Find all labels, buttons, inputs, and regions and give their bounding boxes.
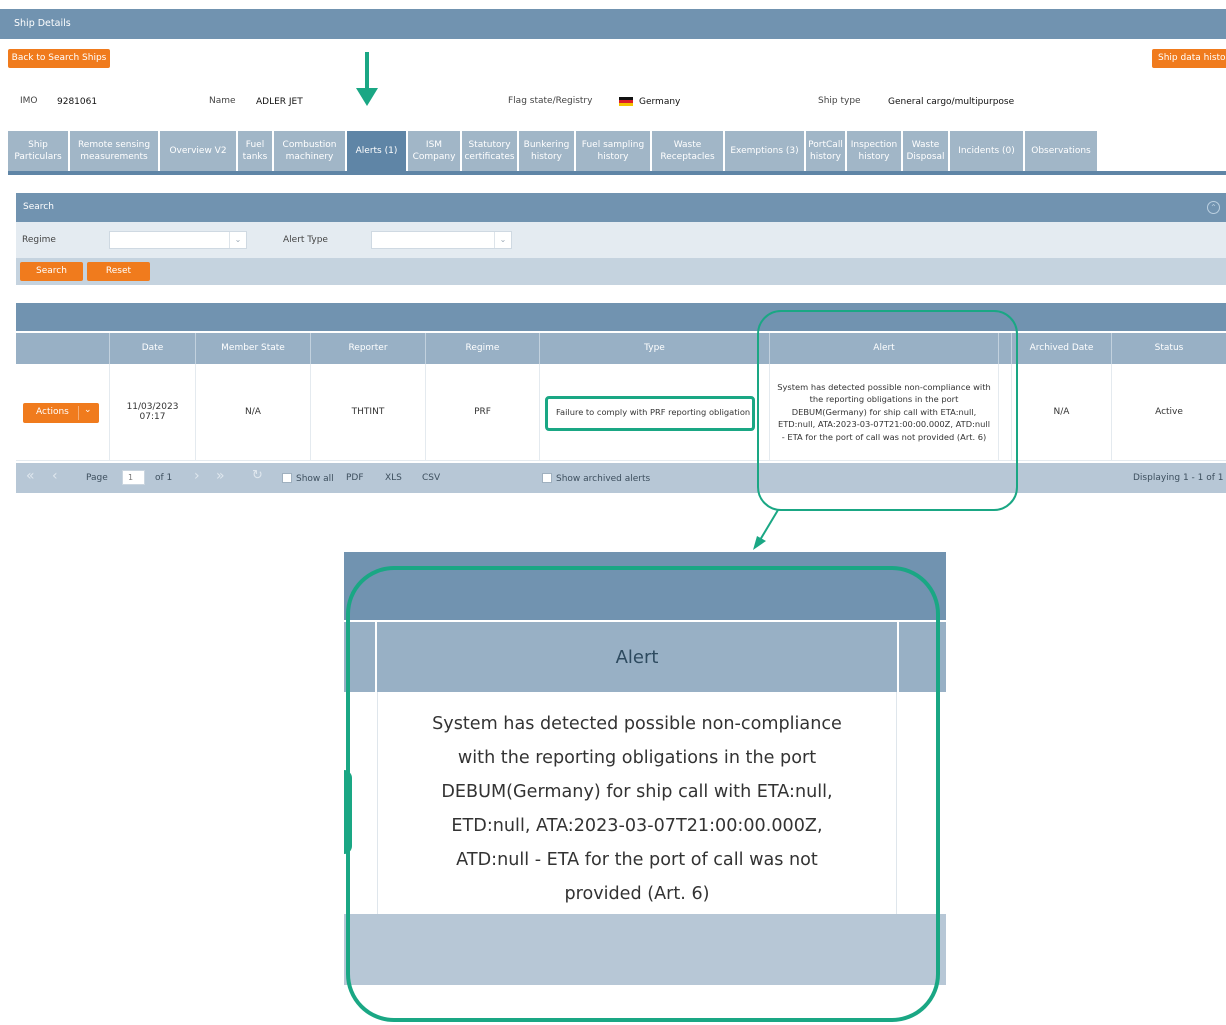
callout-pointer-icon (753, 509, 779, 550)
page-title: Ship Details (14, 18, 71, 29)
column-header-actions (16, 333, 110, 364)
table-cell-regime: PRF (426, 364, 540, 461)
column-header-archived-date[interactable]: Archived Date (1012, 333, 1112, 364)
down-arrow-icon (356, 52, 378, 106)
tab-remote-sensing[interactable]: Remote sensing measurements (70, 131, 158, 171)
actions-dropdown-button[interactable]: Actions ⌄ (23, 403, 99, 423)
column-header-type[interactable]: Type (540, 333, 770, 364)
imo-value: 9281061 (57, 97, 98, 107)
page-number-input[interactable]: 1 (122, 470, 145, 485)
tab-combustion-machinery[interactable]: Combustion machinery (274, 131, 345, 171)
regime-select[interactable]: ⌄ (109, 231, 247, 249)
search-button-row (16, 258, 1226, 285)
tabs-underline (8, 171, 1226, 175)
alert-type-select[interactable]: ⌄ (371, 231, 512, 249)
back-to-search-button[interactable]: Back to Search Ships (8, 49, 110, 68)
search-filter-row: Regime ⌄ Alert Type ⌄ (16, 222, 1226, 258)
imo-label: IMO (20, 96, 38, 106)
ship-type-value: General cargo/multipurpose (888, 97, 1015, 107)
germany-flag-icon (619, 97, 633, 106)
search-button[interactable]: Search (20, 262, 83, 281)
previous-page-icon[interactable]: ‹ (52, 468, 58, 484)
search-panel-title: Search (23, 202, 54, 212)
export-xls-link[interactable]: XLS (385, 473, 402, 483)
time-line: 07:17 (139, 412, 166, 422)
table-cell-archived-date: N/A (1012, 364, 1112, 461)
column-header-regime[interactable]: Regime (426, 333, 540, 364)
export-pdf-link[interactable]: PDF (346, 473, 364, 483)
next-page-icon[interactable]: › (194, 468, 200, 484)
refresh-icon[interactable]: ↻ (252, 468, 263, 483)
tab-statutory-certificates[interactable]: Statutory certificates (462, 131, 517, 171)
last-page-icon[interactable]: » (216, 468, 225, 484)
tab-inspection-history[interactable]: Inspection history (847, 131, 901, 171)
table-cell-reporter: THTINT (311, 364, 426, 461)
chevron-down-icon: ⌄ (229, 232, 246, 248)
zoom-highlight-frame (346, 566, 940, 1022)
page-label: Page (86, 473, 108, 483)
page-count-label: of 1 (155, 473, 173, 483)
table-cell-member-state: N/A (196, 364, 311, 461)
flag-value: Germany (639, 97, 681, 107)
column-header-reporter[interactable]: Reporter (311, 333, 426, 364)
name-value: ADLER JET (256, 97, 303, 107)
tab-ism-company[interactable]: ISM Company (408, 131, 460, 171)
column-header-member-state[interactable]: Member State (196, 333, 311, 364)
show-all-checkbox[interactable] (282, 473, 292, 483)
tab-ship-particulars[interactable]: Ship Particulars (8, 131, 68, 171)
date-line: 11/03/2023 (126, 402, 179, 412)
alert-type-label: Alert Type (283, 235, 328, 245)
regime-label: Regime (22, 235, 56, 245)
type-highlight-box (545, 396, 755, 431)
table-cell-date: 11/03/2023 07:17 (110, 364, 196, 461)
first-page-icon[interactable]: « (26, 468, 35, 484)
tab-bar: Ship Particulars Remote sensing measurem… (8, 131, 1099, 171)
table-cell-status: Active (1112, 364, 1226, 461)
actions-label: Actions (36, 407, 69, 417)
tab-waste-receptacles[interactable]: Waste Receptacles (652, 131, 723, 171)
export-csv-link[interactable]: CSV (422, 473, 440, 483)
tab-observations[interactable]: Observations (1025, 131, 1097, 171)
column-header-date[interactable]: Date (110, 333, 196, 364)
flag-label: Flag state/Registry (508, 96, 593, 106)
reset-button[interactable]: Reset (87, 262, 150, 281)
tab-overview-v2[interactable]: Overview V2 (160, 131, 236, 171)
name-label: Name (209, 96, 236, 106)
chevron-down-icon: ⌄ (494, 232, 511, 248)
tab-fuel-tanks[interactable]: Fuel tanks (238, 131, 272, 171)
tab-waste-disposal[interactable]: Waste Disposal (903, 131, 948, 171)
displaying-count: Displaying 1 - 1 of 1 (1133, 473, 1224, 483)
show-archived-checkbox[interactable] (542, 473, 552, 483)
tab-exemptions[interactable]: Exemptions (3) (725, 131, 804, 171)
show-archived-label: Show archived alerts (556, 474, 651, 484)
pager-bar: « ‹ Page 1 of 1 › » ↻ Show all PDF XLS C… (16, 463, 1226, 493)
chevron-down-icon: ⌄ (84, 405, 92, 415)
actions-separator (78, 406, 79, 420)
ship-data-history-button[interactable]: Ship data history (1152, 49, 1226, 68)
tab-fuel-sampling-history[interactable]: Fuel sampling history (576, 131, 650, 171)
column-header-status[interactable]: Status (1112, 333, 1226, 364)
grid-header-bar (16, 303, 1226, 331)
tab-portcall-history[interactable]: PortCall history (806, 131, 845, 171)
tab-incidents[interactable]: Incidents (0) (950, 131, 1023, 171)
page-title-bar: Ship Details (0, 9, 1226, 39)
show-all-label: Show all (296, 474, 334, 484)
collapse-icon[interactable]: ⌃ (1207, 201, 1220, 214)
tab-bunkering-history[interactable]: Bunkering history (519, 131, 574, 171)
alert-callout-highlight (757, 310, 1018, 511)
search-panel-header: Search ⌃ (16, 193, 1226, 222)
ship-type-label: Ship type (818, 96, 861, 106)
tab-alerts[interactable]: Alerts (1) (347, 131, 406, 171)
